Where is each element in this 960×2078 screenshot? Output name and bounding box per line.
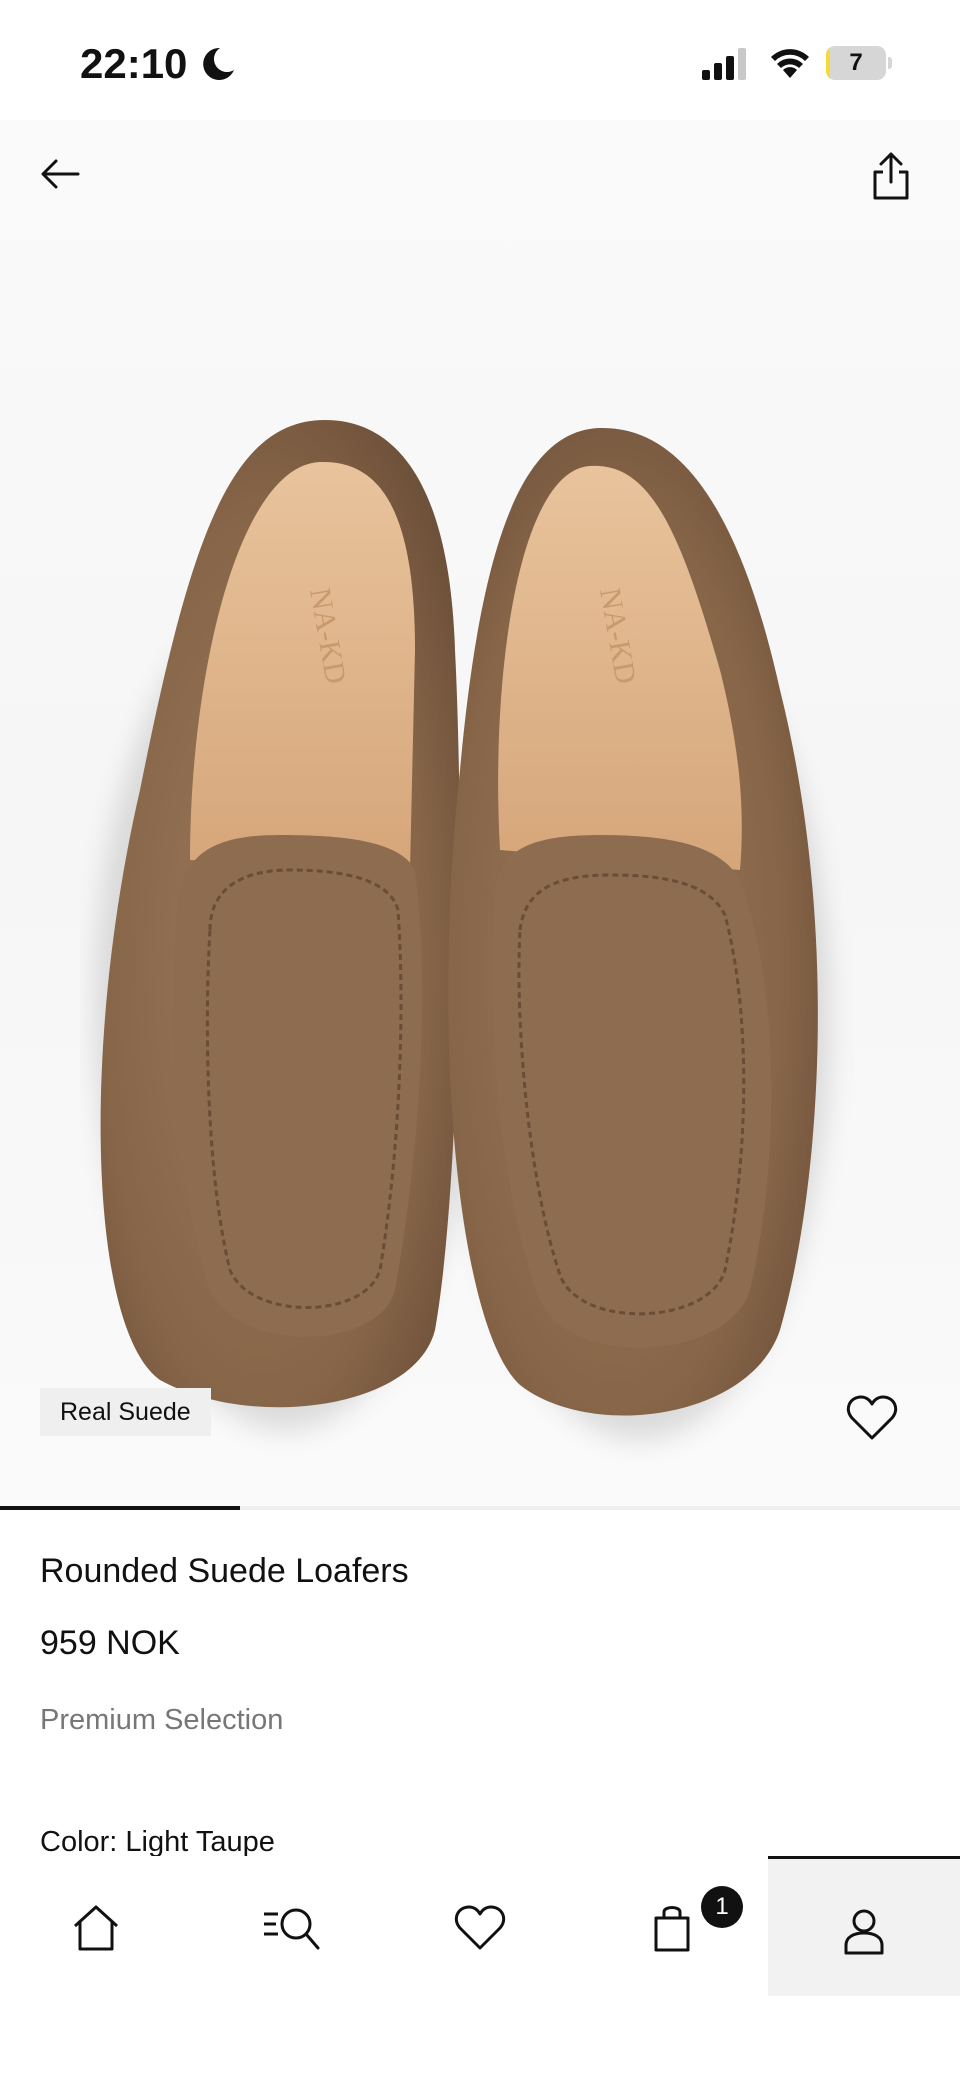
cart-count-badge: 1: [701, 1886, 743, 1928]
product-collection: Premium Selection: [40, 1704, 284, 1736]
product-image[interactable]: NA-KD NA-KD: [80, 290, 880, 1460]
gallery-progress-track: [0, 1506, 960, 1510]
home-icon: [73, 1905, 119, 1951]
product-color: Color: Light Taupe: [40, 1826, 275, 1858]
product-title: Rounded Suede Loafers: [40, 1552, 409, 1590]
menu-search-icon: [264, 1908, 320, 1950]
shopping-bag-icon: [654, 1906, 690, 1952]
gallery-progress-indicator: [0, 1506, 240, 1510]
material-badge: Real Suede: [40, 1388, 211, 1436]
moon-icon: [203, 47, 234, 80]
back-arrow-icon[interactable]: [36, 150, 84, 198]
nav-cart[interactable]: 1: [576, 1856, 768, 1996]
wifi-icon: [771, 49, 809, 78]
nav-home[interactable]: [0, 1856, 192, 1996]
user-icon: [844, 1909, 884, 1955]
battery-icon: 7: [826, 46, 892, 80]
product-image-gallery[interactable]: NA-KD NA-KD: [0, 120, 960, 1508]
nav-wishlist[interactable]: [384, 1856, 576, 1996]
signal-icon: [702, 48, 746, 80]
nav-search[interactable]: [192, 1856, 384, 1996]
heart-icon[interactable]: [846, 1394, 898, 1442]
product-price: 959 NOK: [40, 1624, 180, 1662]
status-time: 22:10: [80, 40, 188, 87]
bottom-navigation: 1: [0, 1856, 960, 2078]
nav-account[interactable]: [768, 1856, 960, 1996]
share-icon[interactable]: [870, 150, 912, 202]
status-bar: 22:10 7: [0, 0, 960, 120]
battery-level: 7: [849, 49, 863, 76]
heart-icon: [454, 1905, 506, 1950]
